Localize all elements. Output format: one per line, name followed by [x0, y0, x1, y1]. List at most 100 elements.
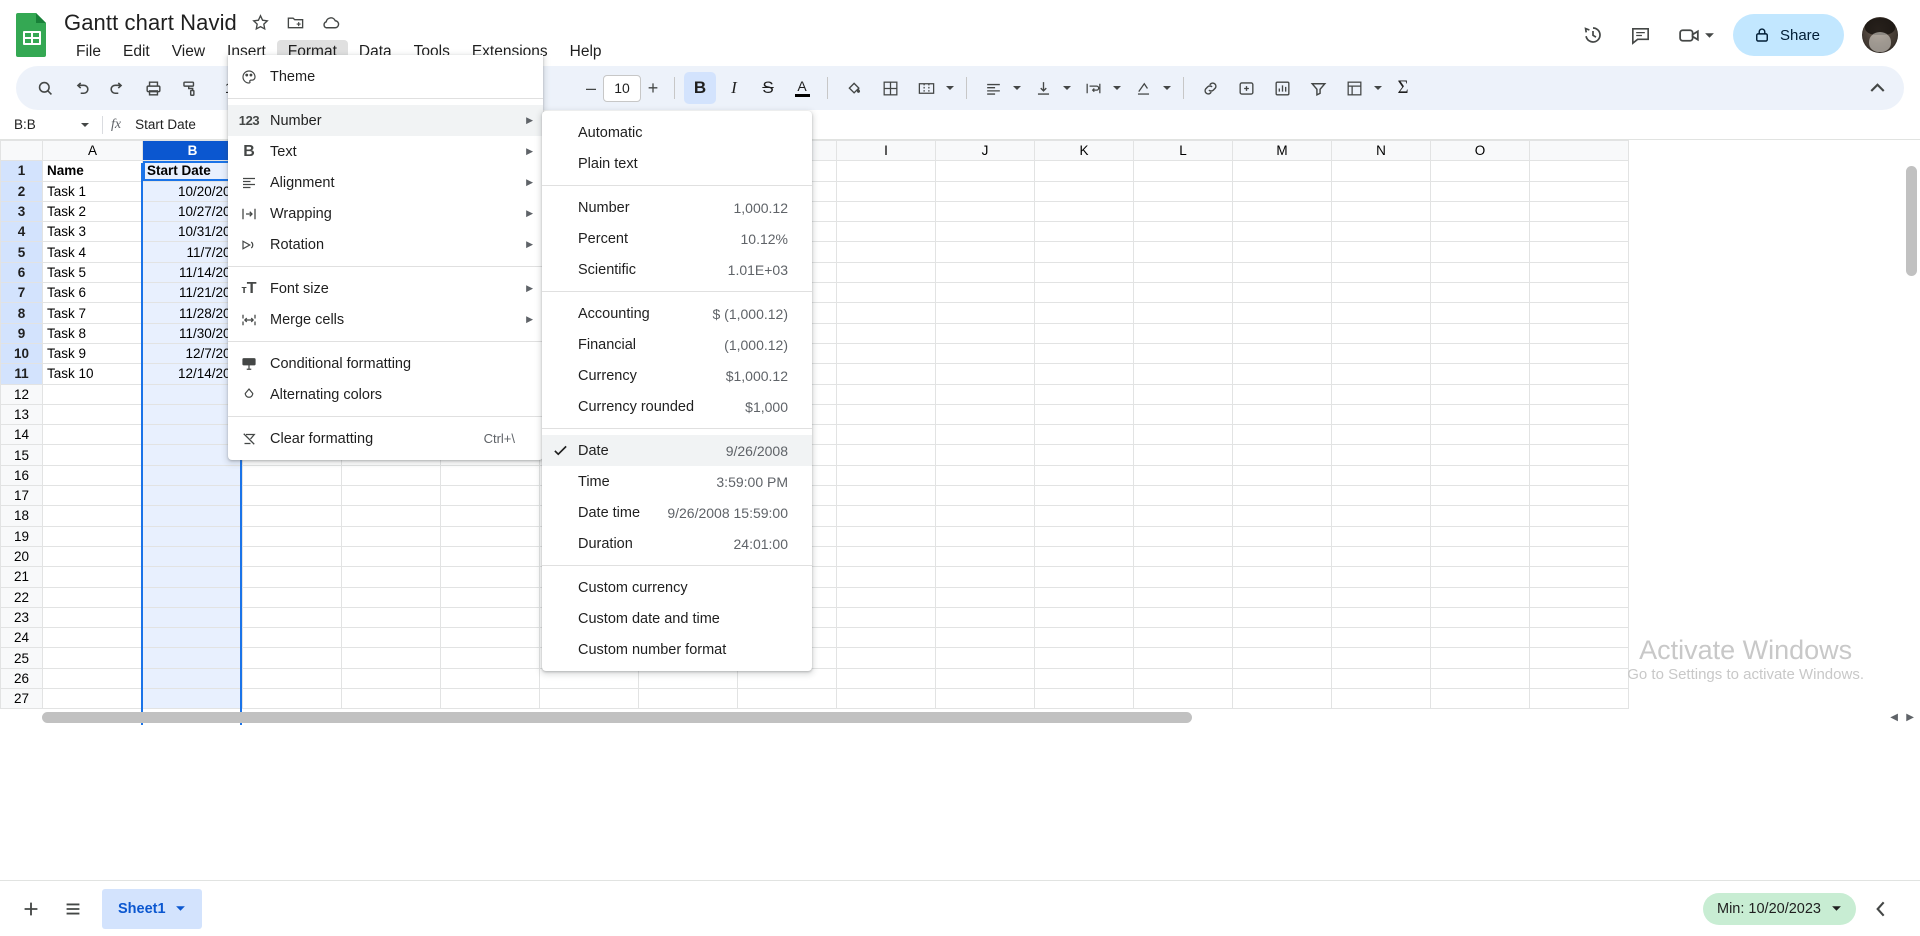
cell-a9[interactable]: Task 8	[42, 322, 143, 344]
number-format-item-custom-currency[interactable]: Custom currency	[542, 572, 812, 603]
cell-d24[interactable]	[341, 627, 441, 649]
cell-n26[interactable]	[1331, 667, 1431, 690]
cell-o5[interactable]	[1430, 241, 1530, 263]
cell-j4[interactable]	[935, 221, 1035, 243]
text-color-button[interactable]: A	[786, 72, 818, 104]
cell-l13[interactable]	[1133, 403, 1233, 426]
number-format-item-custom-date-and-time[interactable]: Custom date and time	[542, 603, 812, 634]
number-format-item-percent[interactable]: Percent 10.12%	[542, 223, 812, 254]
meet-button[interactable]	[1668, 14, 1721, 56]
cell-e22[interactable]	[440, 586, 540, 608]
print-icon[interactable]	[136, 71, 170, 105]
cell-l24[interactable]	[1133, 627, 1233, 649]
cell-i1[interactable]	[836, 160, 936, 182]
cell-a15[interactable]	[42, 444, 143, 466]
cell-m14[interactable]	[1232, 424, 1332, 446]
cell-m17[interactable]	[1232, 485, 1332, 507]
cell-j13[interactable]	[935, 403, 1035, 426]
number-format-item-currency[interactable]: Currency $1,000.12	[542, 360, 812, 391]
cell-l25[interactable]	[1133, 647, 1233, 669]
italic-button[interactable]: I	[718, 72, 750, 104]
cell-c16[interactable]	[242, 464, 342, 487]
undo-icon[interactable]	[64, 71, 98, 105]
cell-e17[interactable]	[440, 485, 540, 507]
row-header-17[interactable]: 17	[0, 485, 43, 507]
cell-l12[interactable]	[1133, 383, 1233, 405]
cell-p20[interactable]	[1529, 545, 1629, 568]
cell-d18[interactable]	[341, 505, 441, 527]
cell-a27[interactable]	[42, 688, 143, 710]
cell-k11[interactable]	[1034, 363, 1134, 385]
cell-m21[interactable]	[1232, 566, 1332, 588]
cell-m12[interactable]	[1232, 383, 1332, 405]
cell-a23[interactable]	[42, 606, 143, 629]
cell-j11[interactable]	[935, 363, 1035, 385]
cell-n25[interactable]	[1331, 647, 1431, 669]
cell-l7[interactable]	[1133, 282, 1233, 304]
cell-o14[interactable]	[1430, 424, 1530, 446]
cell-p9[interactable]	[1529, 322, 1629, 344]
cell-l9[interactable]	[1133, 322, 1233, 344]
cell-d19[interactable]	[341, 525, 441, 547]
row-header-19[interactable]: 19	[0, 525, 43, 547]
cell-o8[interactable]	[1430, 302, 1530, 324]
number-format-item-scientific[interactable]: Scientific 1.01E+03	[542, 254, 812, 285]
cell-c24[interactable]	[242, 627, 342, 649]
paint-format-icon[interactable]	[172, 71, 206, 105]
cell-l15[interactable]	[1133, 444, 1233, 466]
cell-d17[interactable]	[341, 485, 441, 507]
cell-i3[interactable]	[836, 200, 936, 223]
cell-j22[interactable]	[935, 586, 1035, 608]
cell-o9[interactable]	[1430, 322, 1530, 344]
cloud-saved-icon[interactable]	[320, 12, 342, 34]
cell-n9[interactable]	[1331, 322, 1431, 344]
cell-a7[interactable]: Task 6	[42, 282, 143, 304]
cell-j5[interactable]	[935, 241, 1035, 263]
font-size-decrease[interactable]: –	[579, 74, 603, 102]
cell-i10[interactable]	[836, 342, 936, 365]
row-header-14[interactable]: 14	[0, 424, 43, 446]
cell-o7[interactable]	[1430, 282, 1530, 304]
column-header-j[interactable]: J	[935, 140, 1035, 162]
cell-n8[interactable]	[1331, 302, 1431, 324]
cell-e21[interactable]	[440, 566, 540, 588]
column-header-o[interactable]: O	[1430, 140, 1530, 162]
format-menu-item-number[interactable]: 123 Number ▶	[228, 105, 543, 136]
cell-a22[interactable]	[42, 586, 143, 608]
cell-o19[interactable]	[1430, 525, 1530, 547]
cell-n15[interactable]	[1331, 444, 1431, 466]
cell-o17[interactable]	[1430, 485, 1530, 507]
cell-p27[interactable]	[1529, 688, 1629, 710]
cell-a16[interactable]	[42, 464, 143, 487]
cell-p1[interactable]	[1529, 160, 1629, 182]
cell-k4[interactable]	[1034, 221, 1134, 243]
cell-p21[interactable]	[1529, 566, 1629, 588]
cell-o15[interactable]	[1430, 444, 1530, 466]
merge-chevron-down-icon[interactable]	[943, 72, 957, 104]
font-size-increase[interactable]: +	[641, 74, 665, 102]
add-sheet-icon[interactable]	[10, 888, 52, 930]
cell-m5[interactable]	[1232, 241, 1332, 263]
cell-a6[interactable]: Task 5	[42, 261, 143, 284]
cell-l18[interactable]	[1133, 505, 1233, 527]
cell-o11[interactable]	[1430, 363, 1530, 385]
cell-a12[interactable]	[42, 383, 143, 405]
row-header-12[interactable]: 12	[0, 383, 43, 405]
all-sheets-menu-icon[interactable]	[52, 888, 94, 930]
cell-n7[interactable]	[1331, 282, 1431, 304]
cell-j6[interactable]	[935, 261, 1035, 284]
cell-j2[interactable]	[935, 180, 1035, 202]
row-header-24[interactable]: 24	[0, 627, 43, 649]
cell-l6[interactable]	[1133, 261, 1233, 284]
format-menu-item-font-size[interactable]: тT Font size ▶	[228, 273, 543, 304]
vertical-scrollbar[interactable]	[1906, 166, 1917, 709]
cell-b16[interactable]	[142, 464, 243, 487]
row-header-2[interactable]: 2	[0, 180, 43, 202]
cell-i22[interactable]	[836, 586, 936, 608]
cell-l19[interactable]	[1133, 525, 1233, 547]
row-header-11[interactable]: 11	[0, 363, 43, 385]
number-format-item-custom-number-format[interactable]: Custom number format	[542, 634, 812, 665]
number-format-item-automatic[interactable]: Automatic	[542, 117, 812, 148]
format-menu-item-rotation[interactable]: Rotation ▶	[228, 229, 543, 260]
cell-o23[interactable]	[1430, 606, 1530, 629]
